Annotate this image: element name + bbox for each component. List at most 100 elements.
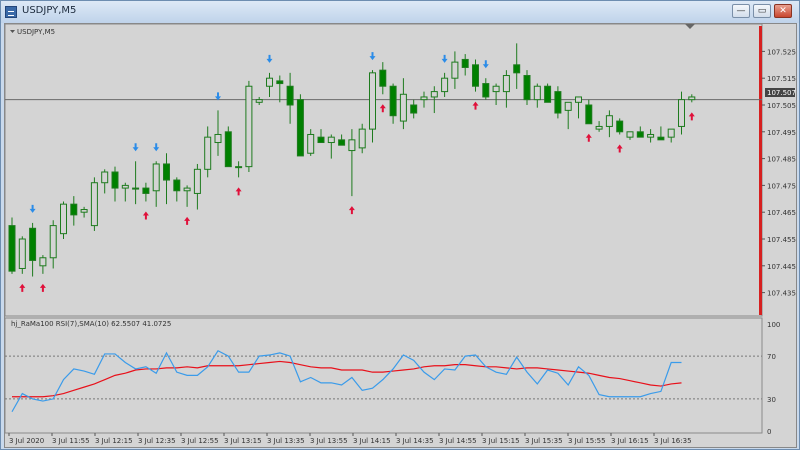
candle-body bbox=[224, 131, 232, 168]
indicator-label: hj_RaMa100 RSI(7),SMA(10) 62.5507 41.072… bbox=[11, 320, 171, 328]
price-tick-label: 107.455 bbox=[767, 236, 796, 244]
candle-body bbox=[204, 136, 212, 170]
price-tick-label: 107.515 bbox=[767, 75, 796, 83]
candle-body bbox=[678, 99, 685, 127]
candle-body bbox=[142, 187, 150, 194]
candle-body bbox=[647, 133, 655, 138]
candle-body bbox=[441, 77, 449, 93]
candle-body bbox=[513, 64, 521, 74]
candle-body bbox=[245, 85, 253, 168]
time-tick-label: 3 Jul 13:35 bbox=[267, 437, 305, 445]
candle-body bbox=[389, 85, 397, 117]
candle-body bbox=[585, 104, 593, 125]
close-button[interactable]: ✕ bbox=[774, 4, 792, 18]
candle-body bbox=[152, 163, 160, 192]
candle-body bbox=[420, 96, 428, 101]
candle-body bbox=[616, 120, 624, 133]
candle-body bbox=[430, 91, 438, 98]
indicator-scale-label: 0 bbox=[767, 428, 771, 436]
title-bar[interactable]: USDJPY,M5 — ▭ ✕ bbox=[1, 1, 799, 23]
candle-body bbox=[667, 128, 675, 138]
time-tick-label: 3 Jul 13:15 bbox=[224, 437, 262, 445]
candle-body bbox=[173, 179, 181, 192]
candle-body bbox=[307, 133, 315, 154]
indicator-scale-label: 100 bbox=[767, 321, 780, 329]
candle-body bbox=[49, 225, 57, 259]
candle-body bbox=[163, 163, 170, 181]
candle-body bbox=[193, 168, 201, 194]
candle-body bbox=[132, 187, 140, 190]
candle-body bbox=[255, 99, 263, 103]
right-border-marker bbox=[759, 26, 762, 315]
candle-body bbox=[492, 85, 500, 93]
main-panel[interactable] bbox=[5, 24, 763, 317]
candle-body bbox=[70, 203, 78, 216]
price-tick-label: 107.475 bbox=[767, 182, 796, 190]
candle-body bbox=[183, 187, 191, 192]
candle-body bbox=[235, 166, 243, 169]
candle-body bbox=[626, 131, 634, 138]
candle-body bbox=[554, 91, 562, 114]
indicator-scale-label: 70 bbox=[767, 353, 776, 361]
candle-body bbox=[18, 238, 26, 269]
candle-body bbox=[348, 139, 356, 152]
candle-body bbox=[214, 133, 222, 144]
candle-body bbox=[39, 257, 47, 267]
time-tick-label: 3 Jul 16:15 bbox=[611, 437, 649, 445]
candle-body bbox=[358, 128, 366, 149]
candle-body bbox=[502, 75, 510, 93]
chart-window: USDJPY,M5 — ▭ ✕ USDJPY,M5 hj_RaMa100 RSI… bbox=[0, 0, 800, 450]
minimize-button[interactable]: — bbox=[732, 4, 750, 18]
chart-canvas[interactable]: USDJPY,M5 hj_RaMa100 RSI(7),SMA(10) 62.5… bbox=[4, 23, 797, 448]
candle-body bbox=[564, 101, 572, 111]
candle-body bbox=[80, 209, 88, 213]
candle-body bbox=[657, 136, 665, 141]
price-tick-label: 107.495 bbox=[767, 129, 796, 137]
candle-body bbox=[266, 77, 273, 87]
candle-body bbox=[523, 75, 531, 101]
window-title: USDJPY,M5 bbox=[22, 5, 77, 16]
candle-body bbox=[60, 203, 67, 235]
chart-svg[interactable]: USDJPY,M5 hj_RaMa100 RSI(7),SMA(10) 62.5… bbox=[5, 24, 798, 449]
candle-body bbox=[595, 125, 603, 130]
candle-body bbox=[482, 83, 490, 98]
candle-body bbox=[101, 171, 109, 184]
candle-body bbox=[338, 139, 346, 146]
candle-body bbox=[533, 85, 541, 101]
chart-window-icon bbox=[5, 6, 17, 18]
symbol-label: USDJPY,M5 bbox=[17, 28, 55, 36]
candle-body bbox=[317, 136, 325, 144]
candle-body bbox=[379, 69, 387, 87]
indicator-panel[interactable] bbox=[5, 317, 763, 434]
price-tick-label: 107.505 bbox=[767, 102, 796, 110]
candle-body bbox=[472, 64, 479, 87]
price-tick-label: 107.525 bbox=[767, 48, 796, 56]
candle-body bbox=[276, 80, 284, 85]
candle-body bbox=[544, 85, 552, 103]
time-tick-label: 3 Jul 11:55 bbox=[52, 437, 90, 445]
candle-body bbox=[121, 184, 129, 189]
time-tick-label: 3 Jul 15:15 bbox=[482, 437, 520, 445]
time-tick-label: 3 Jul 15:35 bbox=[525, 437, 563, 445]
time-tick-label: 3 Jul 13:55 bbox=[310, 437, 348, 445]
candle-body bbox=[111, 171, 119, 189]
candle-body bbox=[451, 61, 459, 79]
maximize-button[interactable]: ▭ bbox=[753, 4, 771, 18]
candle-body bbox=[461, 58, 469, 68]
time-tick-label: 3 Jul 14:35 bbox=[396, 437, 434, 445]
candle-body bbox=[410, 104, 418, 114]
candle-body bbox=[8, 225, 16, 272]
price-tick-label: 107.435 bbox=[767, 290, 796, 298]
candle-body bbox=[688, 96, 696, 101]
current-price-label: 107.507 bbox=[767, 89, 796, 97]
time-tick-label: 3 Jul 14:55 bbox=[439, 437, 477, 445]
candle-body bbox=[369, 72, 376, 130]
indicator-scale-label: 30 bbox=[767, 396, 776, 404]
time-tick-label: 3 Jul 15:55 bbox=[568, 437, 606, 445]
price-tick-label: 107.465 bbox=[767, 209, 796, 217]
candle-body bbox=[636, 131, 644, 138]
price-tick-label: 107.485 bbox=[767, 156, 796, 164]
time-tick-label: 3 Jul 12:15 bbox=[95, 437, 133, 445]
candle-body bbox=[90, 182, 98, 227]
candle-body bbox=[29, 227, 37, 261]
